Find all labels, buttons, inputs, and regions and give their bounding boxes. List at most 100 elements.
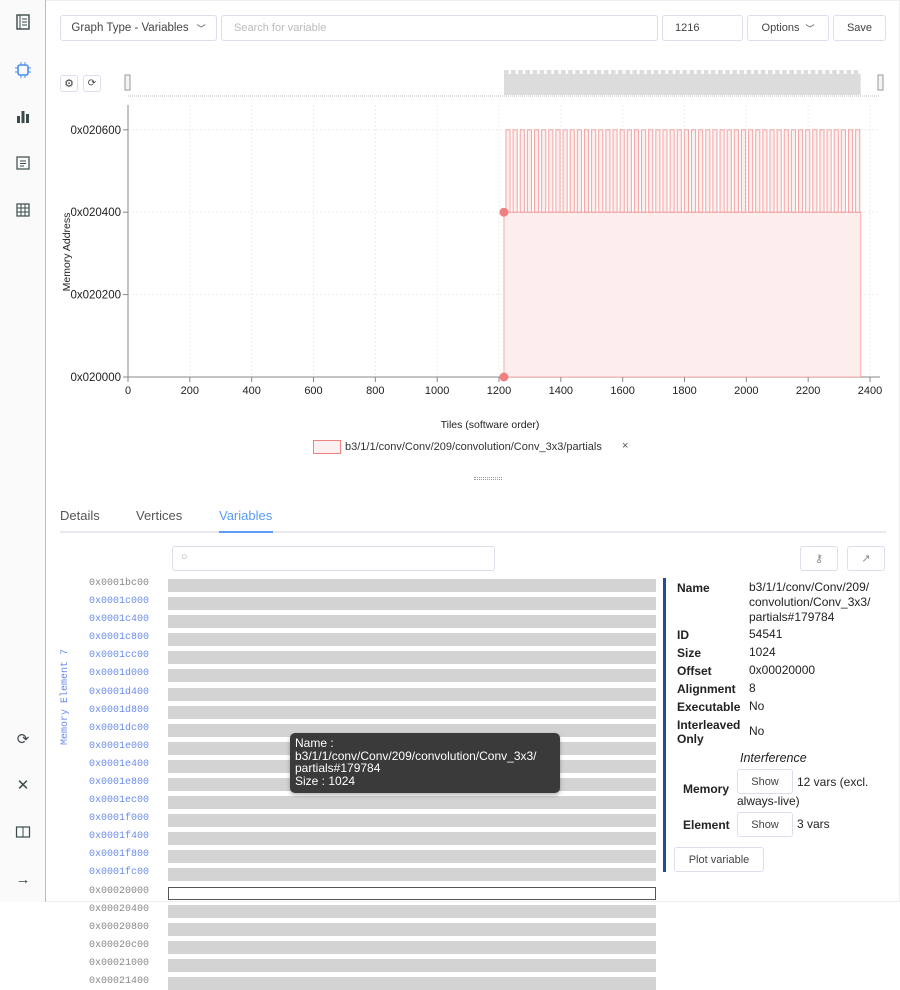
series-pulse — [548, 129, 554, 213]
element-interference-text: 3 vars — [797, 817, 830, 831]
row-address: 0x0001cc00 — [89, 650, 150, 662]
save-button[interactable]: Save — [833, 15, 886, 41]
chevron-down-icon: ﹀ — [196, 23, 206, 34]
brush-preview-notch — [858, 70, 861, 74]
legend-remove-button[interactable]: × — [622, 440, 628, 452]
series-pulse — [847, 129, 854, 213]
memory-row-bar[interactable] — [168, 922, 656, 936]
y-tick-label: 0x020400 — [70, 207, 121, 219]
series-pulse — [798, 129, 804, 213]
options-label: Options — [761, 22, 800, 34]
memory-row-bar[interactable] — [168, 868, 656, 882]
row-address: 0x0001e400 — [89, 758, 150, 770]
notebook-icon[interactable] — [14, 14, 32, 32]
memory-row-bar[interactable] — [168, 597, 656, 611]
tooltip-line: partials#179784 — [295, 761, 381, 775]
refresh-icon[interactable]: ⟳ — [14, 731, 32, 749]
memory-row-bar[interactable] — [168, 814, 656, 828]
brush-preview-notch — [829, 70, 833, 74]
row-address: 0x00021400 — [89, 975, 150, 987]
row-address: 0x0001d800 — [89, 704, 150, 716]
alignment-label: Alignment — [677, 682, 736, 696]
series-pulse — [676, 129, 682, 213]
row-address: 0x0001e000 — [89, 740, 150, 752]
memory-row-bar[interactable] — [168, 796, 656, 810]
memory-row-bar[interactable] — [168, 850, 656, 864]
id-value: 54541 — [749, 627, 783, 641]
memory-row-bar[interactable] — [168, 651, 656, 665]
memory-row-bar[interactable] — [168, 687, 656, 701]
graph-type-label: Graph Type - Variables — [71, 22, 189, 34]
series-pulse — [783, 129, 789, 213]
brush-preview-notch — [529, 70, 533, 74]
brush-preview-notch — [751, 70, 754, 74]
tab-details[interactable]: Details — [60, 508, 100, 523]
memory-row-bar[interactable] — [168, 904, 656, 918]
arrow-right-icon[interactable]: → — [14, 871, 32, 889]
brush-preview-notch — [537, 70, 540, 74]
row-address: 0x0001dc00 — [89, 722, 150, 734]
expand-arrow-icon[interactable]: ↗ — [847, 546, 885, 571]
brush-preview-notch — [601, 70, 604, 74]
memory-row-bar[interactable] — [168, 633, 656, 647]
series-pulse — [740, 129, 747, 213]
options-dropdown[interactable]: Options ﹀ — [747, 15, 829, 41]
legend-label[interactable]: b3/1/1/conv/Conv/209/convolution/Conv_3x… — [345, 441, 602, 453]
x-tick-label: 2000 — [734, 385, 758, 397]
memory-row-bar[interactable] — [168, 615, 656, 629]
row-address: 0x00020c00 — [89, 939, 150, 951]
element-show-button[interactable]: Show — [737, 812, 793, 837]
x-axis-label: Tiles (software order) — [441, 419, 540, 431]
book-icon[interactable] — [14, 824, 32, 842]
size-label: Size — [677, 646, 702, 660]
tile-input[interactable] — [662, 15, 743, 41]
search-variable-input[interactable] — [221, 15, 658, 41]
memory-row-bar[interactable] — [168, 886, 656, 900]
x-tick-label: 0 — [125, 385, 131, 397]
brush-preview-notch — [744, 70, 747, 74]
memory-search-input[interactable]: ○ — [172, 546, 495, 571]
series-pulse — [662, 129, 668, 213]
series-pulse — [812, 129, 818, 213]
row-address: 0x0001e800 — [89, 776, 150, 788]
id-label: ID — [677, 628, 689, 642]
series-pulse — [705, 129, 711, 213]
interleaved-label: Interleaved Only — [677, 718, 741, 746]
brush-preview-notch — [658, 70, 661, 74]
tab-vertices[interactable]: Vertices — [136, 508, 182, 523]
series-pulse — [840, 129, 846, 213]
tab-variables[interactable]: Variables — [219, 508, 272, 523]
offset-value: 0x00020000 — [749, 663, 816, 677]
brush-preview-notch — [572, 70, 576, 74]
close-icon[interactable]: ✕ — [14, 777, 32, 795]
series-pulse — [733, 129, 739, 213]
memory-row-bar[interactable] — [168, 669, 656, 683]
name-label: Name — [677, 581, 710, 595]
row-address: 0x0001c800 — [89, 632, 150, 644]
chevron-down-icon: ﹀ — [805, 23, 815, 34]
brush-handle-left — [124, 74, 131, 91]
y-axis-label: Memory Address — [61, 213, 73, 292]
series-pulse — [562, 129, 568, 213]
graph-type-dropdown[interactable]: Graph Type - Variables ﹀ — [60, 15, 217, 41]
search-icon: ○ — [181, 551, 188, 563]
plot-variable-button[interactable]: Plot variable — [674, 847, 764, 872]
brush-preview-notch — [786, 70, 790, 74]
data-point — [499, 207, 509, 217]
y-tick-label: 0x020200 — [70, 290, 121, 302]
x-tick-label: 1000 — [425, 385, 449, 397]
series-pulse — [790, 129, 797, 213]
memory-row-bar[interactable] — [168, 940, 656, 954]
row-address: 0x00020000 — [89, 885, 150, 897]
active-tab-indicator — [219, 531, 273, 533]
brush-preview-notch — [672, 70, 676, 74]
memory-row-bar[interactable] — [168, 705, 656, 719]
memory-row-bar[interactable] — [168, 958, 656, 972]
resize-handle[interactable] — [474, 477, 502, 480]
executable-label: Executable — [677, 700, 741, 714]
executable-value: No — [749, 699, 765, 713]
key-icon[interactable]: ⚷ — [800, 546, 838, 571]
memory-row-bar[interactable] — [168, 976, 656, 990]
memory-row-bar[interactable] — [168, 832, 656, 846]
memory-row-bar[interactable] — [168, 579, 656, 592]
